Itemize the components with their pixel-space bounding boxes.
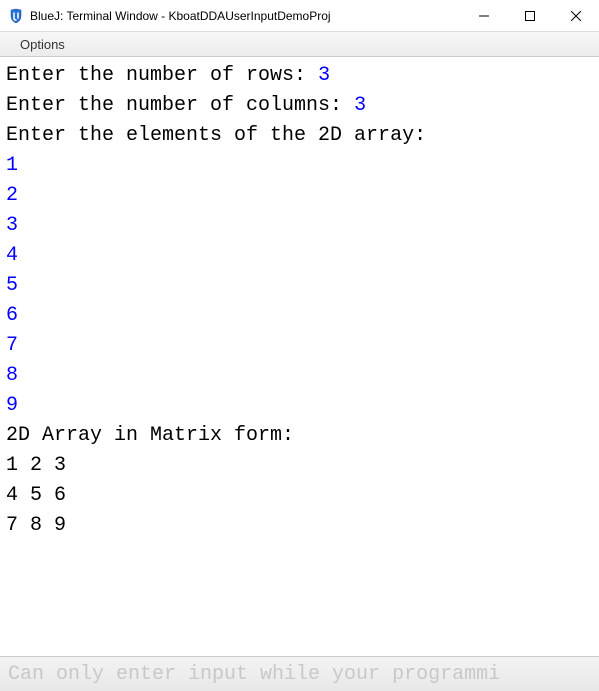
- terminal-output[interactable]: Enter the number of rows: 3Enter the num…: [0, 57, 599, 656]
- terminal-user-input: 9: [6, 394, 18, 417]
- terminal-prompt-text: Enter the number of columns:: [6, 94, 354, 117]
- terminal-line: 4: [6, 241, 593, 271]
- terminal-user-input: 3: [6, 214, 18, 237]
- terminal-user-input: 8: [6, 364, 18, 387]
- terminal-line: Enter the number of rows: 3: [6, 61, 593, 91]
- terminal-line: 6: [6, 301, 593, 331]
- terminal-line: 3: [6, 211, 593, 241]
- menubar: Options: [0, 32, 599, 57]
- terminal-line: Enter the elements of the 2D array:: [6, 121, 593, 151]
- terminal-user-input: 7: [6, 334, 18, 357]
- terminal-user-input: 3: [318, 64, 330, 87]
- terminal-user-input: 3: [354, 94, 366, 117]
- window-title: BlueJ: Terminal Window - KboatDDAUserInp…: [30, 9, 461, 23]
- terminal-user-input: 1: [6, 154, 18, 177]
- terminal-line: 1 2 3: [6, 451, 593, 481]
- terminal-line: 1: [6, 151, 593, 181]
- terminal-line: 7: [6, 331, 593, 361]
- minimize-button[interactable]: [461, 0, 507, 31]
- terminal-line: Enter the number of columns: 3: [6, 91, 593, 121]
- terminal-line: 9: [6, 391, 593, 421]
- terminal-line: 5: [6, 271, 593, 301]
- app-icon: [8, 8, 24, 24]
- terminal-prompt-text: 2D Array in Matrix form:: [6, 424, 294, 447]
- terminal-line: 2D Array in Matrix form:: [6, 421, 593, 451]
- terminal-prompt-text: Enter the elements of the 2D array:: [6, 124, 426, 147]
- statusbar: Can only enter input while your programm…: [0, 656, 599, 691]
- terminal-user-input: 5: [6, 274, 18, 297]
- window-titlebar: BlueJ: Terminal Window - KboatDDAUserInp…: [0, 0, 599, 32]
- statusbar-message: Can only enter input while your programm…: [8, 663, 500, 686]
- terminal-line: 4 5 6: [6, 481, 593, 511]
- terminal-user-input: 4: [6, 244, 18, 267]
- terminal-prompt-text: 7 8 9: [6, 514, 66, 537]
- window-controls: [461, 0, 599, 31]
- terminal-user-input: 6: [6, 304, 18, 327]
- maximize-button[interactable]: [507, 0, 553, 31]
- terminal-line: 8: [6, 361, 593, 391]
- terminal-prompt-text: 4 5 6: [6, 484, 66, 507]
- terminal-line: 2: [6, 181, 593, 211]
- terminal-prompt-text: 1 2 3: [6, 454, 66, 477]
- terminal-user-input: 2: [6, 184, 18, 207]
- menu-options[interactable]: Options: [14, 35, 71, 54]
- terminal-line: 7 8 9: [6, 511, 593, 541]
- close-button[interactable]: [553, 0, 599, 31]
- terminal-prompt-text: Enter the number of rows:: [6, 64, 318, 87]
